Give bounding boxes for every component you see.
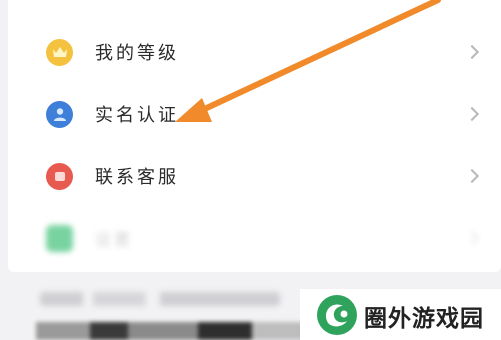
menu-item-settings[interactable]: 设置 (8, 208, 501, 268)
menu-item-label: 我的等级 (95, 43, 179, 64)
menu-item-my-level[interactable]: 我的等级 (8, 22, 501, 82)
chevron-right-icon (464, 44, 480, 60)
menu-item-real-name-verification[interactable]: 实名认证 (8, 84, 501, 144)
blurred-thumbnails (36, 322, 306, 340)
watermark: 圈外游戏园 (300, 289, 501, 340)
blurred-section-title (40, 292, 280, 306)
chevron-right-icon (464, 168, 480, 184)
menu-card: 我的等级 实名认证 联系客服 设置 (8, 0, 501, 272)
chevron-right-icon (464, 106, 480, 122)
customer-service-icon (46, 162, 73, 190)
chevron-right-icon (464, 230, 480, 246)
settings-icon (46, 224, 73, 252)
menu-item-label: 设置 (95, 230, 134, 249)
menu-item-customer-service[interactable]: 联系客服 (8, 146, 501, 206)
crown-icon (46, 38, 73, 66)
menu-item-label: 实名认证 (95, 105, 179, 126)
menu-item-label: 联系客服 (95, 167, 179, 188)
watermark-logo-icon (317, 295, 357, 335)
user-id-icon (46, 100, 73, 128)
watermark-text: 圈外游戏园 (364, 306, 484, 332)
